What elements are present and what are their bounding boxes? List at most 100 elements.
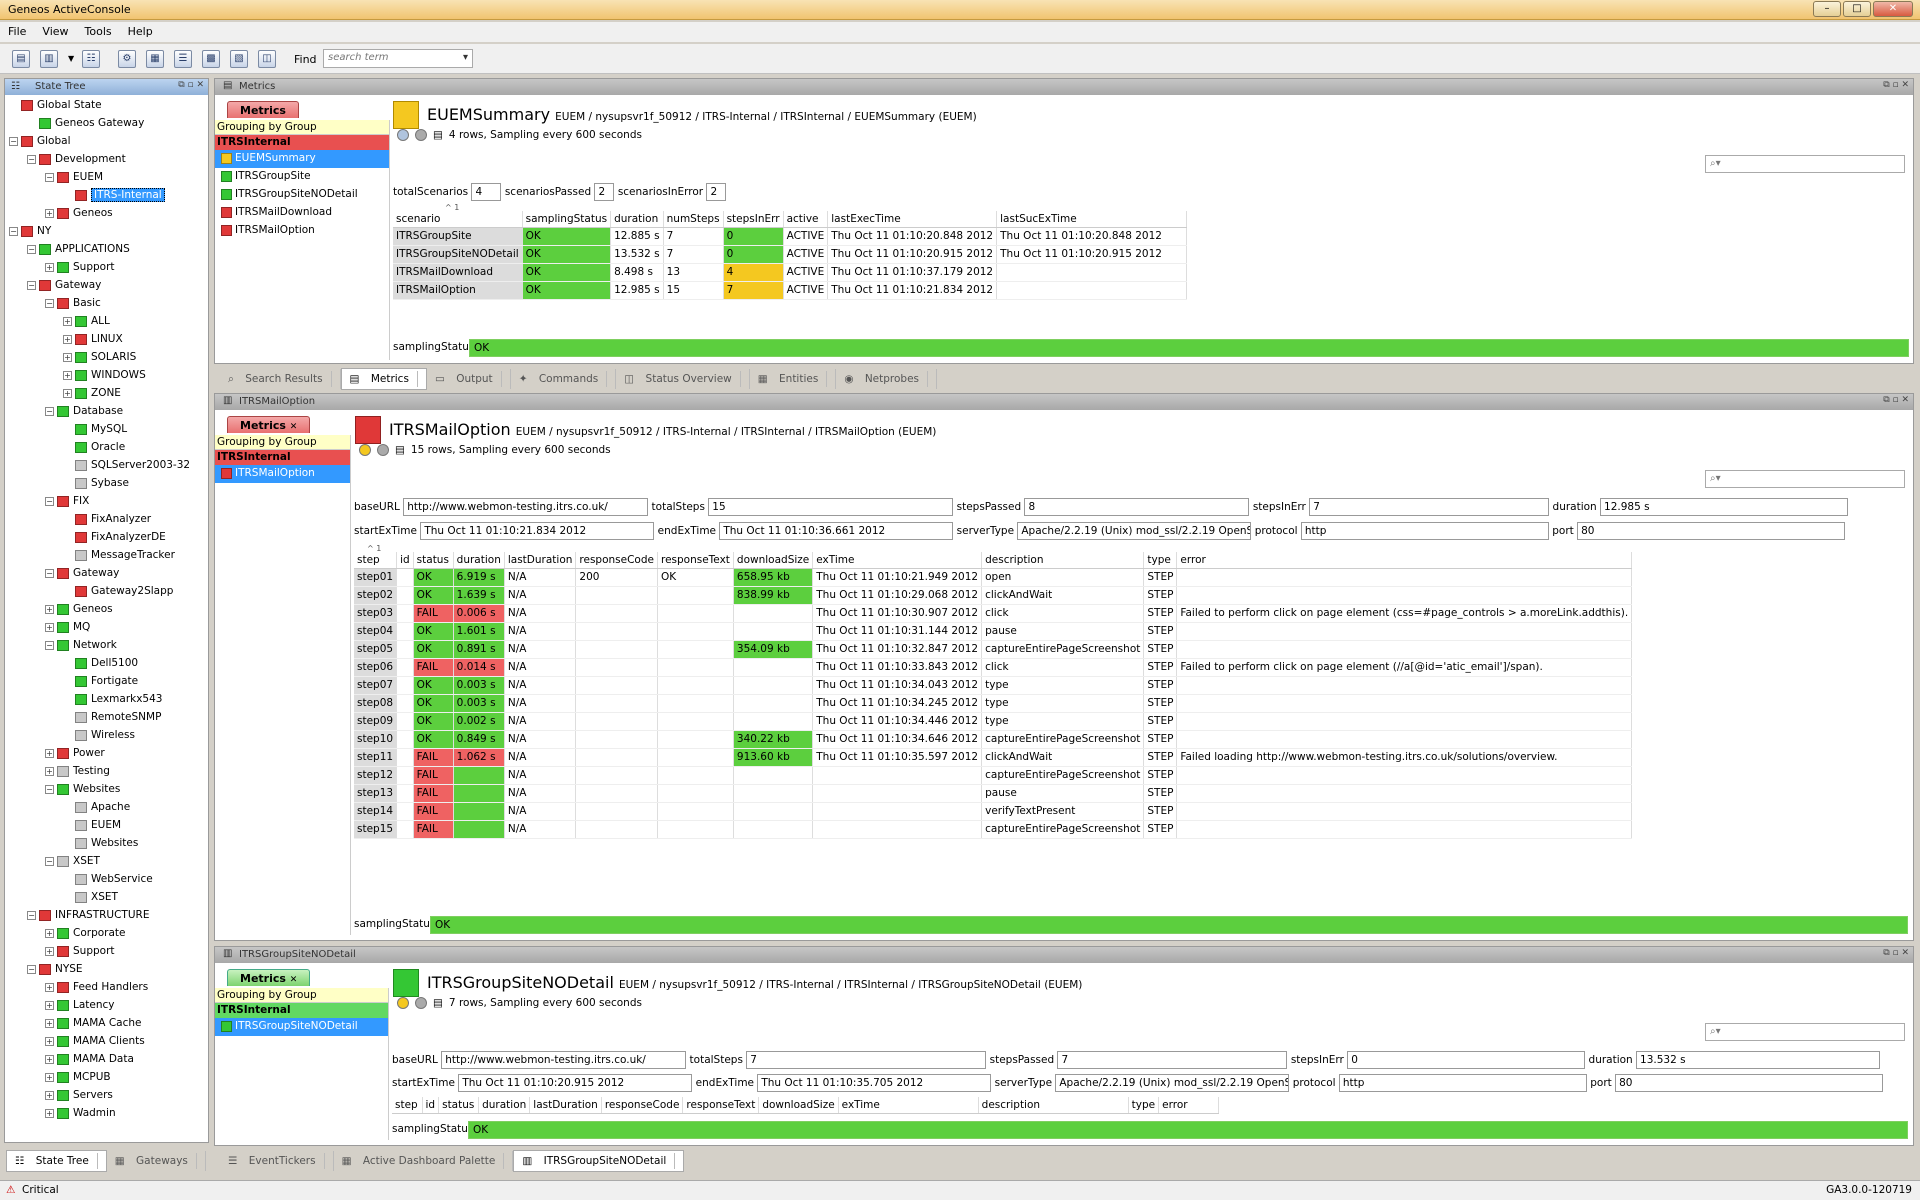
group-item-itrsgroupsitenodetail[interactable]: ITRSGroupSiteNODetail	[215, 186, 389, 204]
tree-node[interactable]: Wireless	[63, 729, 135, 747]
expand-icon[interactable]: +	[63, 334, 72, 344]
tree-node[interactable]: + WINDOWS	[63, 369, 146, 387]
search-input[interactable]: search term ▾	[323, 49, 473, 68]
dropdown-arrow-icon[interactable]: ▼	[68, 54, 74, 63]
tree-node[interactable]: − EUEM	[45, 171, 103, 189]
grid-icon[interactable]: ▩	[202, 50, 220, 68]
table-row[interactable]: step10 OK 0.849 s N/A 340.22 kb Thu Oct 11 01…	[354, 730, 1633, 749]
tab-metrics[interactable]: ▤ Metrics	[340, 368, 427, 390]
expand-icon[interactable]: +	[45, 1036, 54, 1046]
table-row[interactable]: ITRSGroupSiteNODetail OK 13.532 s 7 0 ACTIVE T…	[393, 245, 1188, 264]
tree-node[interactable]: FixAnalyzer	[63, 513, 151, 531]
tree-node[interactable]: + MAMA Cache	[45, 1017, 141, 1035]
tree-node[interactable]: + MAMA Data	[45, 1053, 134, 1071]
link-icon[interactable]	[397, 997, 409, 1009]
tree-node[interactable]: + Geneos	[45, 207, 113, 225]
column-header[interactable]: type	[1143, 552, 1178, 569]
tree-node[interactable]: − Gateway	[45, 567, 119, 585]
tree-node[interactable]: + MQ	[45, 621, 90, 639]
collapse-icon[interactable]: −	[9, 226, 18, 236]
panel-controls[interactable]: ⧉ ▫ ✕	[1883, 395, 1909, 405]
tab-entities[interactable]: ▦ Entities	[750, 369, 837, 389]
tree-node[interactable]: − Network	[45, 639, 117, 657]
tab-status-overview[interactable]: ◫ Status Overview	[616, 369, 750, 389]
collapse-icon[interactable]: −	[45, 496, 54, 506]
collapse-icon[interactable]: −	[27, 244, 36, 254]
dataview-search-input[interactable]: ⌕▾	[1705, 155, 1905, 173]
column-header[interactable]: step	[354, 552, 398, 569]
group-category[interactable]: ITRSInternal	[215, 1003, 388, 1018]
tree-node[interactable]: + ZONE	[63, 387, 121, 405]
group-item-itrsmaildownload[interactable]: ITRSMailDownload	[215, 204, 389, 222]
column-header[interactable]: duration	[478, 1097, 531, 1114]
tree-node[interactable]: Apache	[63, 801, 130, 819]
tree-node[interactable]: + Power	[45, 747, 105, 765]
tree-node[interactable]: − Gateway	[27, 279, 101, 297]
column-header[interactable]: error	[1158, 1097, 1220, 1114]
column-header[interactable]: samplingStatus	[522, 211, 612, 228]
tab-state-tree[interactable]: ☷ State Tree	[6, 1150, 107, 1172]
tree-node[interactable]: MessageTracker	[63, 549, 175, 567]
tree-node[interactable]: − Websites	[45, 783, 120, 801]
group-category[interactable]: ITRSInternal	[215, 135, 389, 150]
tree-node[interactable]: + SOLARIS	[63, 351, 136, 369]
tree-node[interactable]: + Corporate	[45, 927, 126, 945]
group-item-itrsmailoption[interactable]: ITRSMailOption	[215, 465, 350, 483]
table-row[interactable]: step04 OK 1.601 s N/A Thu Oct 11 01:10:31.14…	[354, 622, 1633, 641]
expand-icon[interactable]: +	[45, 1000, 54, 1010]
column-header[interactable]: lastDuration	[529, 1097, 602, 1114]
tab-active-dashboard-palette[interactable]: ▦ Active Dashboard Palette	[334, 1151, 514, 1171]
tree-node[interactable]: RemoteSNMP	[63, 711, 161, 729]
menu-file[interactable]: File	[0, 22, 34, 41]
collapse-icon[interactable]: −	[45, 172, 54, 182]
column-header[interactable]: downloadSize	[758, 1097, 839, 1114]
document-icon[interactable]: ▦	[146, 50, 164, 68]
tree-node[interactable]: + MCPUB	[45, 1071, 111, 1089]
panel-controls[interactable]: ⧉ ▫ ✕	[1883, 80, 1909, 90]
tree-node[interactable]: + Feed Handlers	[45, 981, 148, 999]
expand-icon[interactable]: +	[45, 208, 54, 218]
column-header[interactable]: error	[1176, 552, 1633, 569]
tab-commands[interactable]: ✦ Commands	[511, 369, 617, 389]
expand-icon[interactable]: +	[45, 1018, 54, 1028]
tree-node[interactable]: + ALL	[63, 315, 110, 333]
collapse-icon[interactable]: −	[45, 568, 54, 578]
column-header[interactable]: responseCode	[575, 552, 658, 569]
tree-node[interactable]: Sybase	[63, 477, 129, 495]
tree-node[interactable]: FixAnalyzerDE	[63, 531, 166, 549]
column-header[interactable]: active	[783, 211, 829, 228]
column-header[interactable]: type	[1128, 1097, 1160, 1114]
tab-metrics[interactable]: Metrics ✕	[227, 969, 311, 986]
tree-node[interactable]: − INFRASTRUCTURE	[27, 909, 149, 927]
group-item-itrsgroupsite[interactable]: ITRSGroupSite	[215, 168, 389, 186]
group-item-itrsmailoption[interactable]: ITRSMailOption	[215, 222, 389, 240]
table-row[interactable]: step08 OK 0.003 s N/A Thu Oct 11 01:10:34.24…	[354, 694, 1633, 713]
group-category[interactable]: ITRSInternal	[215, 450, 350, 465]
column-header[interactable]: exTime	[838, 1097, 979, 1114]
tree-node[interactable]: + LINUX	[63, 333, 123, 351]
tree-node[interactable]: − NY	[9, 225, 51, 243]
table-row[interactable]: ITRSMailOption OK 12.985 s 15 7 ACTIVE Thu Oct…	[393, 281, 1188, 300]
column-header[interactable]: scenario	[393, 211, 523, 228]
tree-node[interactable]: − NYSE	[27, 963, 83, 981]
collapse-icon[interactable]: −	[45, 298, 54, 308]
table-row[interactable]: step02 OK 1.639 s N/A 838.99 kb Thu Oct 11 01…	[354, 586, 1633, 605]
chart-icon[interactable]: ▧	[230, 50, 248, 68]
column-header[interactable]: description	[981, 552, 1145, 569]
group-item-euemsummary[interactable]: EUEMSummary	[215, 150, 389, 168]
tab-gateways[interactable]: ▦ Gateways	[107, 1151, 206, 1171]
tab-netprobes[interactable]: ◉ Netprobes	[836, 369, 938, 389]
minimize-button[interactable]: –	[1813, 1, 1841, 17]
inspect-icon[interactable]: ◫	[258, 50, 276, 68]
tree-node[interactable]: + Servers	[45, 1089, 113, 1107]
close-button[interactable]: ✕	[1873, 1, 1913, 17]
tree-node[interactable]: EUEM	[63, 819, 121, 837]
list-icon[interactable]: ☰	[174, 50, 192, 68]
expand-icon[interactable]: +	[45, 1054, 54, 1064]
column-header[interactable]: lastExecTime	[827, 211, 998, 228]
expand-icon[interactable]: +	[45, 982, 54, 992]
collapse-icon[interactable]: −	[27, 280, 36, 290]
table-row[interactable]: step06 FAIL 0.014 s N/A Thu Oct 11 01:10:33.…	[354, 658, 1633, 677]
dataview-search-input[interactable]: ⌕▾	[1705, 1023, 1905, 1041]
collapse-icon[interactable]: −	[45, 640, 54, 650]
